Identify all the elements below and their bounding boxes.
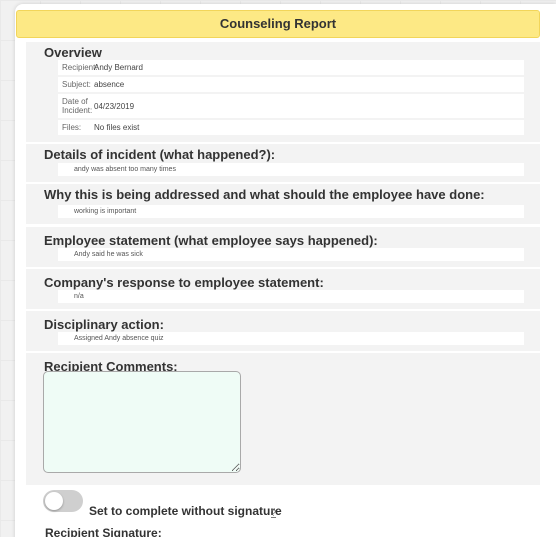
date-value: 04/23/2019 [94,102,135,111]
overview-row: Date of Incident: 04/23/2019 [58,94,524,118]
disciplinary-text: Assigned Andy absence quiz [58,332,524,345]
statement-heading: Employee statement (what employee says h… [44,233,378,248]
details-text: andy was absent too many times [58,163,524,176]
details-heading: Details of incident (what happened?): [44,147,276,162]
disciplinary-heading: Disciplinary action: [44,317,164,332]
help-link[interactable]: ? [271,508,276,518]
disciplinary-section: Disciplinary action: [26,311,540,351]
why-section: Why this is being addressed and what sho… [26,184,540,224]
files-value: No files exist [94,123,140,132]
overview-row: Subject: absence [58,77,524,92]
response-text: n/a [58,290,524,303]
why-text: working is important [58,205,524,218]
statement-section: Employee statement (what employee says h… [26,227,540,267]
subject-label: Subject: [62,80,91,89]
response-section: Company's response to employee statement… [26,269,540,309]
date-label: Date of Incident: [62,97,93,115]
subject-value: absence [94,80,125,89]
toggle-knob [45,492,63,510]
complete-toggle-label: Set to complete without signature [89,504,282,518]
recipient-value: Andy Bernard [94,63,143,72]
signature-heading: Recipient Signature: [45,526,162,537]
overview-row: Files: No files exist [58,120,524,135]
overview-row: Recipient: Andy Bernard [58,60,524,75]
recipient-label: Recipient: [62,63,98,72]
comments-textarea[interactable] [43,371,241,473]
files-label: Files: [62,123,82,132]
report-title: Counseling Report [16,10,540,38]
overview-heading: Overview [44,45,102,60]
statement-text: Andy said he was sick [58,248,524,261]
response-heading: Company's response to employee statement… [44,275,324,290]
complete-toggle[interactable] [43,490,83,512]
why-heading: Why this is being addressed and what sho… [44,187,485,202]
